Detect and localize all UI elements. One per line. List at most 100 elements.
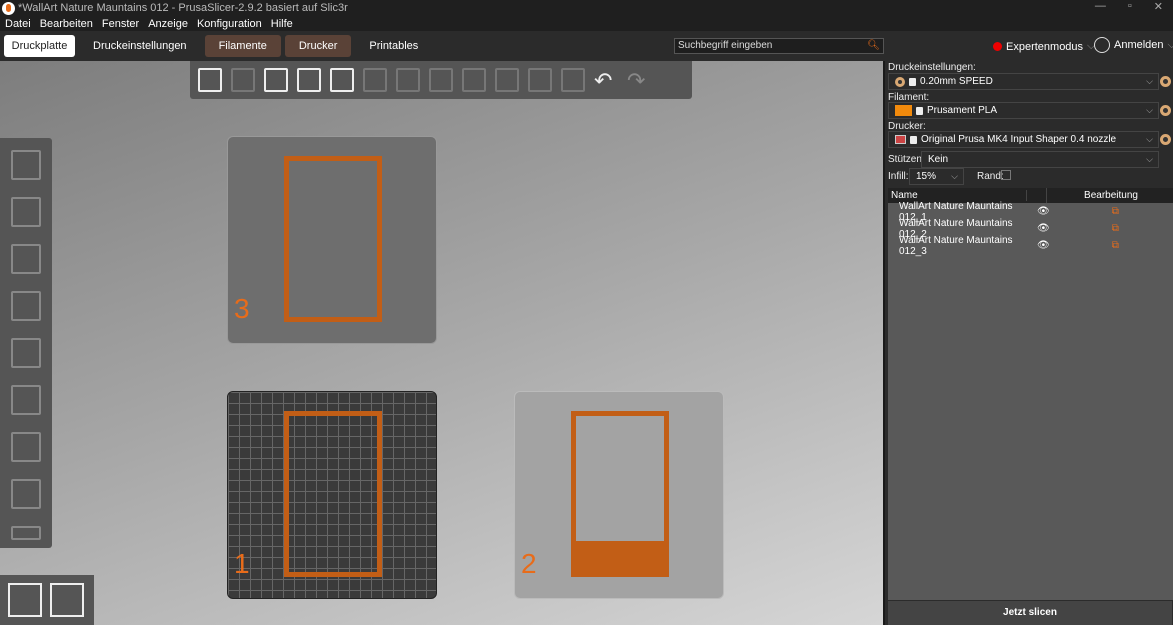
print-settings-combo[interactable]: 0.20mm SPEED ⌵	[888, 73, 1159, 90]
menu-bearbeiten[interactable]: Bearbeiten	[40, 18, 93, 30]
tab-filamente[interactable]: Filamente	[204, 35, 281, 57]
search-placeholder: Suchbegriff eingeben	[678, 40, 773, 51]
mode-label: Expertenmodus	[1006, 40, 1084, 53]
delete-icon[interactable]	[231, 68, 255, 92]
slice-now-button[interactable]: Jetzt slicen	[888, 601, 1172, 625]
split-objects-icon[interactable]	[495, 68, 519, 92]
bed-number: 2	[521, 548, 537, 579]
printer-gear-icon[interactable]	[1160, 134, 1171, 145]
printer-value: Original Prusa MK4 Input Shaper 0.4 nozz…	[921, 134, 1117, 145]
object-list: Name Bearbeitung WallArt Nature Mauntains…	[888, 188, 1173, 600]
printer-combo[interactable]: Original Prusa MK4 Input Shaper 0.4 nozz…	[888, 131, 1159, 148]
tab-printables[interactable]: Printables	[355, 35, 432, 57]
top-toolbar: ↶ ↷	[190, 61, 692, 99]
column-edit[interactable]: Bearbeitung	[1047, 190, 1173, 201]
brim-label: Rand:	[977, 171, 1004, 182]
seam-paint-icon[interactable]	[11, 432, 41, 462]
mmu-paint-icon[interactable]	[11, 479, 41, 509]
print-settings-value: 0.20mm SPEED	[920, 76, 993, 87]
supports-label: Stützen:	[888, 154, 925, 165]
tab-drucker[interactable]: Drucker	[284, 35, 352, 57]
supports-combo[interactable]: Kein ⌵	[921, 151, 1159, 168]
filament-color-swatch[interactable]	[895, 105, 912, 116]
infill-label: Infill:	[888, 171, 909, 182]
3d-view-icon[interactable]	[8, 583, 42, 617]
part-2[interactable]	[571, 411, 669, 577]
infill-value: 15%	[916, 171, 937, 182]
eye-icon[interactable]: 👁︎	[1037, 240, 1050, 251]
menu-konfiguration[interactable]: Konfiguration	[197, 18, 262, 30]
login-label: Anmelden	[1114, 39, 1164, 51]
arrange-selection-icon[interactable]	[330, 68, 354, 92]
copy-icon[interactable]	[363, 68, 387, 92]
column-name[interactable]: Name	[888, 190, 1027, 201]
menu-datei[interactable]: Datei	[5, 18, 31, 30]
move-icon[interactable]	[11, 150, 41, 180]
cut-icon[interactable]	[11, 338, 41, 368]
user-icon	[1094, 37, 1110, 53]
delete-all-icon[interactable]	[264, 68, 288, 92]
paste-icon[interactable]	[396, 68, 420, 92]
search-icon[interactable]: 🔍︎	[867, 39, 880, 53]
app-logo-icon	[2, 1, 15, 15]
view-switcher	[0, 575, 94, 625]
close-button[interactable]: ✕	[1154, 0, 1163, 13]
bed-1[interactable]: 1	[227, 391, 437, 599]
edit-icon[interactable]: ⧉	[1112, 223, 1119, 234]
object-row[interactable]: WallArt Nature Mauntains 012_3 👁︎ ⧉	[888, 235, 1173, 257]
maximize-button[interactable]: ▫	[1128, 0, 1132, 13]
add-object-icon[interactable]	[198, 68, 222, 92]
tab-druckplatte[interactable]: Druckplatte	[4, 35, 75, 57]
split-parts-icon[interactable]	[528, 68, 552, 92]
bed-3[interactable]: 3	[227, 136, 437, 344]
add-instance-icon[interactable]	[429, 68, 453, 92]
print-settings-label: Druckeinstellungen:	[888, 62, 976, 73]
filament-value: Prusament PLA	[927, 105, 998, 116]
preview-icon[interactable]	[50, 583, 84, 617]
eye-icon[interactable]: 👁︎	[1037, 206, 1050, 217]
sidebar: Druckeinstellungen: 0.20mm SPEED ⌵ Filame…	[883, 61, 1173, 625]
menu-fenster[interactable]: Fenster	[102, 18, 139, 30]
edit-icon[interactable]: ⧉	[1112, 206, 1119, 217]
scale-icon[interactable]	[11, 197, 41, 227]
remove-instance-icon[interactable]	[462, 68, 486, 92]
bed-2[interactable]: 2	[514, 391, 724, 599]
window-title: *WallArt Nature Mauntains 012 - PrusaSli…	[18, 2, 348, 14]
mode-dot-icon	[993, 42, 1002, 51]
part-3[interactable]	[284, 156, 382, 322]
menu-bar: Datei Bearbeiten Fenster Anzeige Konfigu…	[0, 16, 1173, 31]
part-1[interactable]	[284, 411, 382, 577]
filament-combo[interactable]: Prusament PLA ⌵	[888, 102, 1159, 119]
bed-number: 1	[234, 548, 250, 579]
menu-hilfe[interactable]: Hilfe	[271, 18, 293, 30]
undo-icon[interactable]: ↶	[594, 68, 618, 93]
print-settings-gear-icon[interactable]	[1160, 76, 1171, 87]
measure-icon[interactable]	[11, 526, 41, 540]
arrange-icon[interactable]	[297, 68, 321, 92]
minimize-button[interactable]: —	[1095, 0, 1106, 13]
brim-checkbox[interactable]	[1001, 170, 1011, 180]
rotate-icon[interactable]	[11, 244, 41, 274]
printer-icon	[895, 135, 906, 144]
redo-icon[interactable]: ↷	[627, 68, 651, 93]
settings-icon	[895, 76, 905, 87]
lock-icon	[910, 135, 917, 144]
mode-selector[interactable]: Expertenmodus ⌵	[993, 40, 1095, 53]
support-paint-icon[interactable]	[11, 385, 41, 415]
3d-scene[interactable]: ↶ ↷ 3 1 2	[0, 61, 883, 625]
eye-icon[interactable]: 👁︎	[1037, 223, 1050, 234]
edit-icon[interactable]: ⧉	[1112, 240, 1119, 251]
infill-combo[interactable]: 15% ⌵	[909, 168, 964, 185]
tab-druckeinstellungen[interactable]: Druckeinstellungen	[79, 35, 201, 57]
search-input[interactable]: Suchbegriff eingeben 🔍︎	[674, 38, 884, 54]
lock-icon	[909, 77, 916, 86]
left-toolbar	[0, 138, 52, 548]
lock-icon	[916, 106, 923, 115]
supports-value: Kein	[928, 154, 949, 165]
filament-gear-icon[interactable]	[1160, 105, 1171, 116]
place-on-face-icon[interactable]	[11, 291, 41, 321]
menu-anzeige[interactable]: Anzeige	[148, 18, 188, 30]
login-button[interactable]: Anmelden ⌵	[1094, 37, 1173, 53]
bed-number: 3	[234, 293, 250, 324]
layers-editing-icon[interactable]	[561, 68, 585, 92]
